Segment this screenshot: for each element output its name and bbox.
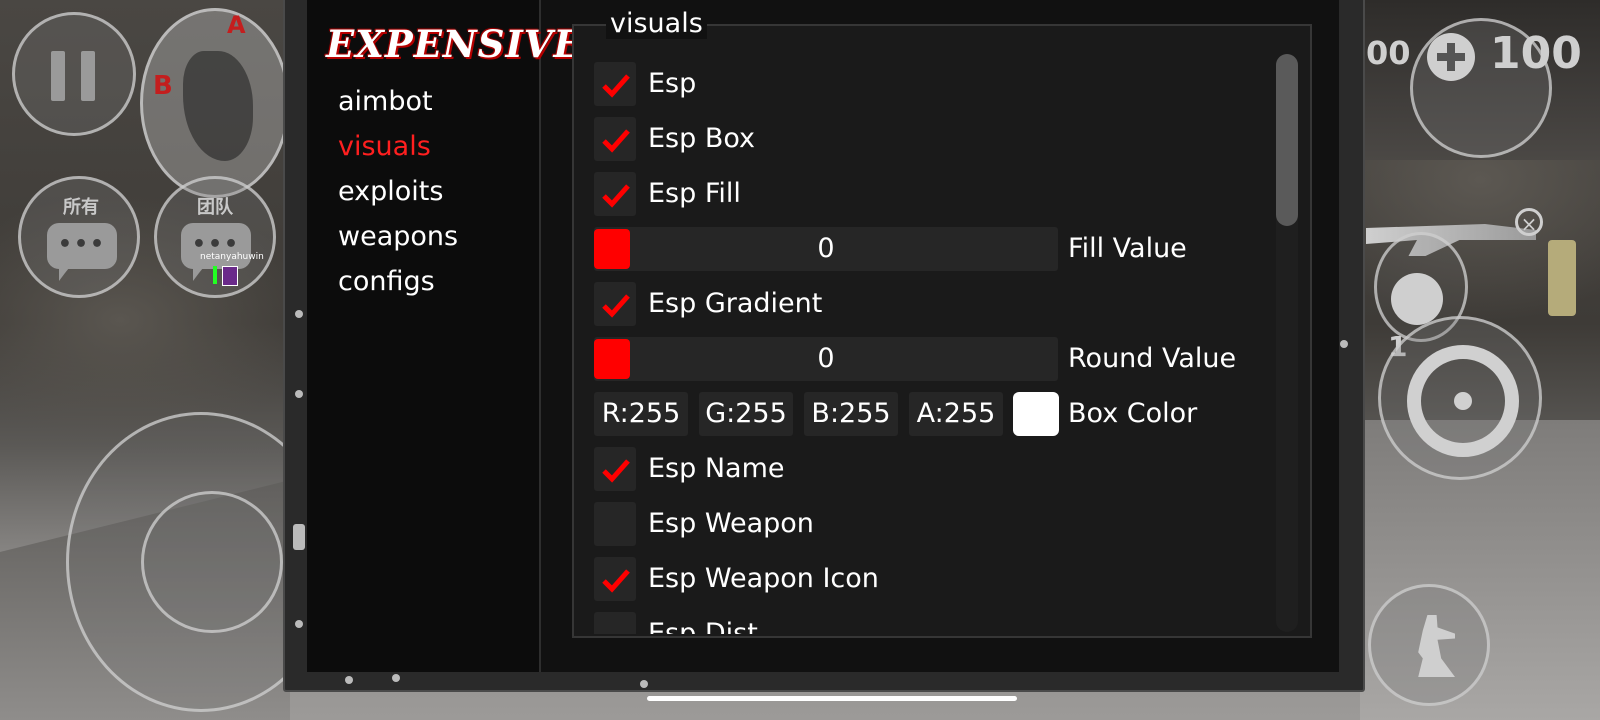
option-esp-distance-clipped[interactable]: Esp Dist: [594, 612, 1234, 634]
panel-title: visuals: [606, 8, 707, 39]
minimap-terrain: [183, 51, 253, 161]
chat-team-label: 团队: [197, 197, 233, 218]
frame-rivet: [295, 310, 303, 318]
round-value-readout: 0: [817, 343, 835, 374]
close-icon[interactable]: ×: [1515, 208, 1543, 236]
checkmark-icon: [602, 184, 630, 208]
esp-weapon-icon-label: Esp Weapon Icon: [648, 563, 879, 594]
crosshair-center: [1454, 392, 1472, 410]
crouch-button[interactable]: [1368, 584, 1490, 706]
crouch-icon: [1418, 615, 1455, 677]
esp-name-label: Esp Name: [648, 453, 785, 484]
esp-gradient-checkbox[interactable]: [594, 282, 636, 326]
esp-distance-label: Esp Dist: [648, 618, 758, 634]
nav-item-weapons[interactable]: weapons: [338, 221, 458, 252]
esp-weapon-checkbox[interactable]: [594, 502, 636, 546]
visuals-panel: [572, 24, 1312, 638]
box-color-label: Box Color: [1068, 398, 1198, 429]
esp-weapon-icon-checkbox[interactable]: [594, 557, 636, 601]
esp-distance-checkbox[interactable]: [594, 612, 636, 634]
resize-handle[interactable]: [293, 524, 305, 550]
health-plus-icon: [1427, 33, 1475, 81]
chat-all-label: 所有: [63, 197, 99, 218]
checkmark-icon: [602, 569, 630, 593]
fill-value-slider[interactable]: 0: [594, 227, 1058, 271]
round-value-label: Round Value: [1068, 343, 1237, 374]
esp-box-label: Esp Box: [648, 123, 756, 154]
frame-rivet: [392, 674, 400, 682]
esp-checkbox[interactable]: [594, 62, 636, 106]
radio-device-icon: [1548, 240, 1576, 316]
crosshair-icon: [1407, 345, 1519, 457]
frame-rivet: [295, 390, 303, 398]
health-value: 100: [1490, 28, 1582, 79]
checkmark-icon: [602, 459, 630, 483]
joystick-thumb[interactable]: [141, 491, 283, 633]
minimap: A B: [140, 8, 290, 198]
esp-box-checkbox[interactable]: [594, 117, 636, 161]
scrollbar-thumb[interactable]: [1276, 54, 1298, 226]
fill-value-readout: 0: [817, 233, 835, 264]
esp-fill-label: Esp Fill: [648, 178, 741, 209]
fire-button[interactable]: [1378, 316, 1542, 480]
nav-item-visuals[interactable]: visuals: [338, 131, 431, 162]
checkmark-icon: [602, 129, 630, 153]
health-plus-bar-v: [1447, 43, 1455, 71]
pause-button[interactable]: [12, 12, 136, 136]
esp-label: Esp: [648, 68, 697, 99]
grenade-icon: [1391, 273, 1443, 325]
esp-health-bar: [213, 266, 217, 284]
color-green-field[interactable]: G:255: [699, 392, 793, 436]
frame-rivet: [1340, 340, 1348, 348]
player-name-tag: netanyahuwin: [200, 252, 264, 262]
armor-value: 00: [1366, 34, 1411, 72]
frame-rivet: [295, 620, 303, 628]
checkmark-icon: [602, 74, 630, 98]
chat-bubble-icon: •••: [47, 223, 117, 281]
checkmark-icon: [602, 294, 630, 318]
esp-box-indicator: [222, 266, 238, 286]
box-color-swatch[interactable]: [1013, 392, 1059, 436]
esp-gradient-label: Esp Gradient: [648, 288, 823, 319]
pause-icon: [51, 51, 65, 101]
color-blue-field[interactable]: B:255: [804, 392, 898, 436]
minimap-marker-b: B: [153, 71, 173, 101]
minimap-marker-a: A: [227, 11, 246, 39]
chat-all-button[interactable]: 所有 •••: [18, 176, 140, 298]
frame-rivet: [345, 676, 353, 684]
menu-logo: EXPENSIVE: [326, 22, 583, 66]
chat-bubble-icon: •••: [181, 223, 251, 281]
color-red-field[interactable]: R:255: [594, 392, 688, 436]
color-alpha-field[interactable]: A:255: [909, 392, 1003, 436]
esp-fill-checkbox[interactable]: [594, 172, 636, 216]
home-indicator[interactable]: [647, 696, 1017, 701]
frame-rivet: [640, 680, 648, 688]
esp-name-checkbox[interactable]: [594, 447, 636, 491]
esp-weapon-label: Esp Weapon: [648, 508, 814, 539]
round-value-slider[interactable]: 0: [594, 337, 1058, 381]
nav-item-configs[interactable]: configs: [338, 266, 435, 297]
fill-value-label: Fill Value: [1068, 233, 1187, 264]
nav-item-exploits[interactable]: exploits: [338, 176, 443, 207]
nav-item-aimbot[interactable]: aimbot: [338, 86, 433, 117]
pause-icon-bar: [81, 51, 95, 101]
